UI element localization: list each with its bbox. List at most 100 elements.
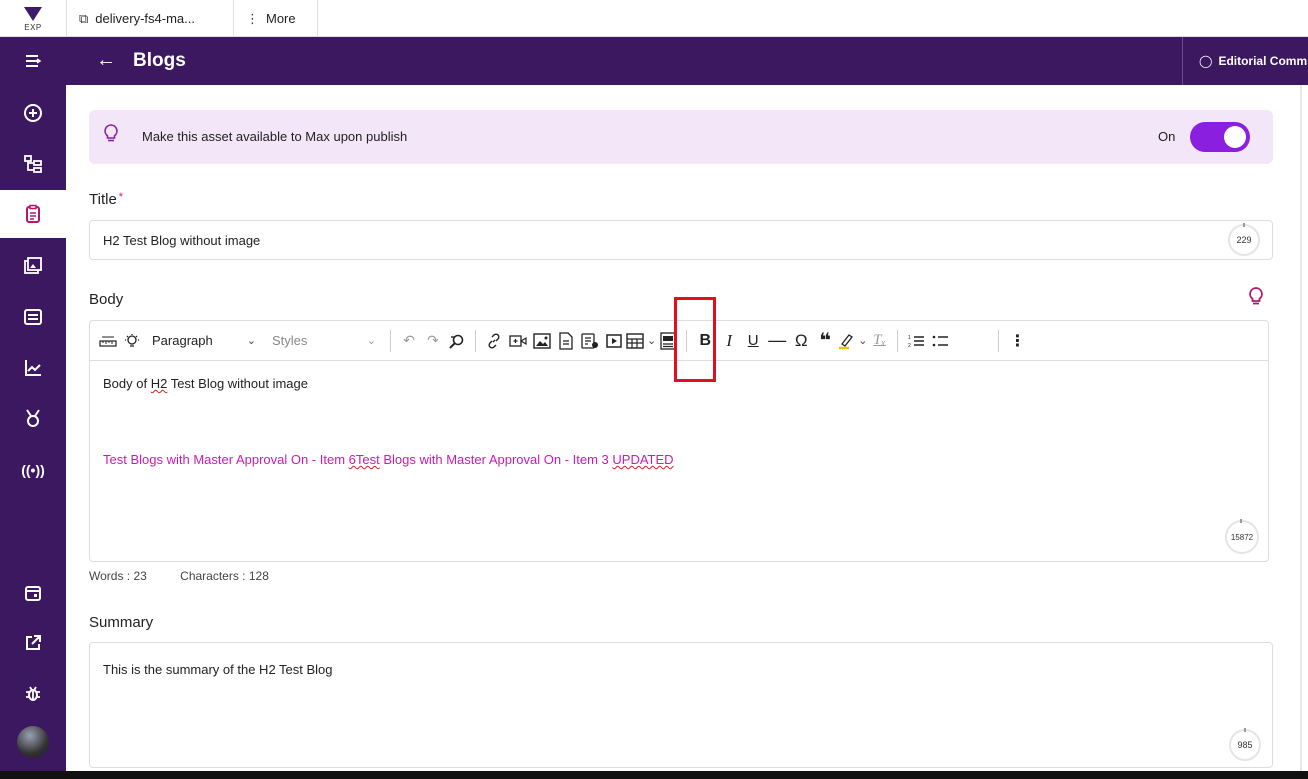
toolbar-divider [475,329,476,352]
linked-text-part: Blogs with Master Approval On - Item 3 [379,452,613,467]
styles-select[interactable]: Styles ⌄ [264,321,384,361]
chart-line-icon[interactable] [0,344,66,392]
special-characters-icon[interactable]: Ω [789,321,813,361]
styles-select-value: Styles [272,333,308,348]
editorial-comments-label: Editorial Comm [1218,54,1308,68]
media-gallery-icon[interactable] [0,242,66,290]
title-label-text: Title [89,191,117,208]
numbered-list-icon[interactable]: 12 [904,321,928,361]
title-label: Title * [89,191,123,208]
title-input-value: H2 Test Blog without image [103,233,261,248]
toolbar-spacer [952,321,992,361]
page-header: ← Blogs ◯ Editorial Comm [66,37,1308,85]
bottom-bar [0,771,1308,779]
linked-text-part: Test Blogs with Master Approval On - Ite… [103,452,349,467]
paragraph-select[interactable]: Paragraph ⌄ [144,321,264,361]
insert-media-icon[interactable] [506,321,530,361]
body-linked-text-line[interactable]: Test Blogs with Master Approval On - Ite… [103,452,674,467]
svg-text:2: 2 [908,343,911,349]
clipboard-icon[interactable] [0,190,66,238]
toggle-label: On [1158,129,1176,144]
svg-text:1: 1 [908,335,911,341]
logo-mark-icon [24,7,42,21]
video-icon[interactable] [602,321,626,361]
tab-delivery-label: delivery-fs4-ma... [95,11,195,26]
arrow-left-icon[interactable]: ← [96,49,116,72]
table-icon[interactable]: ⌄ [626,321,656,361]
highlight-icon[interactable]: ⌄ [837,321,867,361]
spellcheck-mark: H2 [150,376,168,391]
underline-icon[interactable]: U [741,321,765,361]
character-count: Characters : 128 [180,569,269,583]
editor-stats: Words : 23 Characters : 128 [89,569,299,583]
italic-icon[interactable]: I [717,321,741,361]
news-icon[interactable] [0,293,66,341]
ruler-icon[interactable] [96,321,120,361]
more-vertical-icon: ⋮ [246,10,259,26]
toolbar-divider [998,329,1000,352]
top-tab-strip: EXP ⧉ delivery-fs4-ma... ⋮ More [0,0,1308,37]
spellcheck-mark: 6Test [348,452,380,467]
bulleted-list-icon[interactable] [928,321,952,361]
page-title: Blogs [133,50,186,71]
award-icon[interactable] [0,394,66,442]
chevron-down-icon: ⌄ [647,335,657,347]
chevron-down-icon: ⌄ [858,335,868,347]
copy-window-icon: ⧉ [79,10,89,26]
max-availability-toggle[interactable] [1190,122,1250,152]
summary-label: Summary [89,614,154,631]
word-count: Words : 23 [89,569,147,583]
broadcast-icon[interactable]: ((•)) [0,446,66,494]
toggle-knob [1224,126,1246,148]
title-input[interactable]: H2 Test Blog without image 229 [89,220,1273,260]
tab-more-label: More [266,11,296,26]
max-availability-banner: Make this asset available to Max upon pu… [89,110,1273,164]
spellcheck-mark: UPDATED [612,452,674,467]
toolbar-divider [390,329,391,352]
summary-char-counter: 985 [1229,728,1261,761]
toolbar-divider [897,329,899,352]
summary-textarea[interactable]: This is the summary of the H2 Test Blog … [89,642,1273,768]
body-text-suffix: Test Blog without image [167,376,308,391]
more-vertical-icon[interactable]: ⋮ [1005,321,1029,361]
external-link-icon[interactable] [0,619,66,667]
remove-format-icon[interactable]: Tₓ [867,321,891,361]
body-char-counter: 15872 [1225,519,1259,554]
ai-bulb-icon[interactable] [120,321,144,361]
bug-icon[interactable] [0,669,66,717]
redo-icon[interactable]: ↷ [421,321,445,361]
logo-text: EXP [24,23,42,32]
avatar[interactable] [17,726,49,758]
summary-value: This is the summary of the H2 Test Blog [103,662,333,677]
scrollbar-track[interactable] [1300,85,1302,771]
chevron-down-icon: ⌄ [366,335,376,347]
lightbulb-icon [103,123,119,148]
plus-circle-icon[interactable] [0,89,66,137]
link-icon[interactable] [482,321,506,361]
insert-embed-icon[interactable] [578,321,602,361]
highlight-annotation-box [674,297,716,382]
blockquote-icon[interactable]: ❝ [813,321,837,361]
find-replace-icon[interactable] [445,321,469,361]
image-icon[interactable] [530,321,554,361]
paragraph-select-value: Paragraph [152,333,213,348]
editorial-comments-button[interactable]: ◯ Editorial Comm [1182,37,1308,85]
body-text-prefix: Body of [103,376,151,391]
hierarchy-icon[interactable] [0,140,66,188]
comment-icon: ◯ [1199,54,1213,68]
body-lightbulb-icon[interactable] [1248,286,1264,311]
calendar-icon[interactable] [0,569,66,617]
body-text-line[interactable]: Body of H2 Test Blog without image [103,376,308,391]
undo-icon[interactable]: ↶ [397,321,421,361]
horizontal-line-icon[interactable]: — [765,321,789,361]
document-icon[interactable] [554,321,578,361]
main-content: Make this asset available to Max upon pu… [66,85,1308,771]
tab-delivery[interactable]: ⧉ delivery-fs4-ma... [66,0,234,37]
left-sidebar: ((•)) [0,37,66,779]
exp-logo[interactable]: EXP [0,0,66,37]
body-label: Body [89,291,124,308]
tab-more[interactable]: ⋮ More [234,0,318,37]
title-char-counter: 229 [1228,223,1260,256]
chevron-down-icon: ⌄ [246,335,256,347]
collapse-menu-icon[interactable] [0,37,66,85]
